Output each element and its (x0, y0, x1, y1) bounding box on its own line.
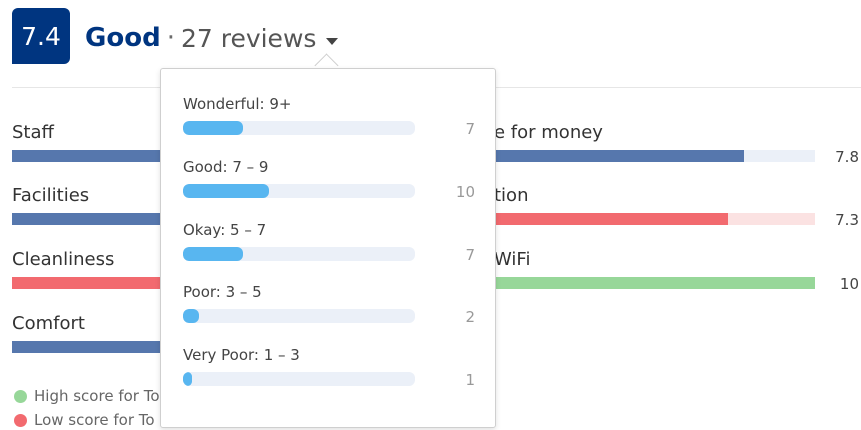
distribution-row-poor[interactable]: Poor: 3 – 5 2 (183, 283, 475, 333)
category-label-facilities: Facilities (12, 185, 90, 206)
distribution-bar (183, 372, 415, 386)
category-bar-fill-comfort (12, 341, 167, 353)
category-bar-location (494, 213, 815, 225)
distribution-row-very-poor[interactable]: Very Poor: 1 – 3 1 (183, 346, 475, 396)
category-bar-fill-cleanliness (12, 277, 167, 289)
category-score-location: 7.3 (835, 211, 859, 229)
distribution-label: Very Poor: 1 – 3 (183, 346, 300, 364)
legend-high-label: High score for To (34, 387, 160, 405)
category-label-comfort: Comfort (12, 313, 85, 334)
distribution-row-wonderful[interactable]: Wonderful: 9+ 7 (183, 95, 475, 145)
category-label-value-for-money: e for money (494, 122, 603, 143)
category-label-free-wifi: WiFi (494, 249, 531, 270)
category-label-location: tion (494, 185, 529, 206)
review-score-distribution-popup: Wonderful: 9+ 7 Good: 7 – 9 10 Okay: 5 –… (160, 68, 496, 428)
distribution-label: Wonderful: 9+ (183, 95, 292, 113)
distribution-label: Good: 7 – 9 (183, 158, 269, 176)
score-badge: 7.4 (12, 8, 70, 64)
distribution-row-good[interactable]: Good: 7 – 9 10 (183, 158, 475, 208)
review-count: 27 reviews (180, 23, 317, 53)
distribution-count: 7 (465, 120, 475, 138)
distribution-bar (183, 309, 415, 323)
category-bar-free-wifi (494, 277, 815, 289)
category-bar-staff (12, 150, 167, 162)
category-bar-fill-staff (12, 150, 167, 162)
distribution-bar-fill (183, 184, 269, 198)
distribution-label: Okay: 5 – 7 (183, 221, 267, 239)
distribution-bar-fill (183, 121, 244, 135)
category-bar-comfort (12, 341, 167, 353)
green-dot-icon (14, 389, 27, 403)
distribution-bar (183, 247, 415, 261)
legend-low-label: Low score for To (34, 411, 155, 429)
distribution-count: 10 (455, 183, 475, 201)
distribution-row-okay[interactable]: Okay: 5 – 7 7 (183, 221, 475, 271)
legend-high-score: High score for To (14, 387, 160, 405)
category-bar-fill-free-wifi (494, 277, 815, 289)
legend-low-score: Low score for To (14, 411, 155, 429)
distribution-bar (183, 121, 415, 135)
category-bar-fill-location (494, 213, 729, 225)
reviews-dropdown-toggle[interactable]: Good · 27 reviews (85, 18, 339, 58)
category-label-cleanliness: Cleanliness (12, 249, 115, 270)
distribution-count: 1 (465, 371, 475, 389)
distribution-bar-fill (183, 372, 193, 386)
category-bar-cleanliness (12, 277, 167, 289)
category-score-value-for-money: 7.8 (835, 148, 859, 166)
category-label-staff: Staff (12, 122, 54, 143)
distribution-count: 2 (465, 308, 475, 326)
distribution-bar (183, 184, 415, 198)
category-bar-facilities (12, 213, 167, 225)
score-value: 7.4 (21, 21, 61, 51)
rating-word: Good (85, 23, 161, 53)
chevron-down-icon[interactable] (326, 37, 339, 45)
review-scores-panel: 7.4 Good · 27 reviews Staff Facilities C… (0, 0, 861, 430)
category-bar-value-for-money (494, 150, 815, 162)
category-bar-fill-facilities (12, 213, 167, 225)
category-score-free-wifi: 10 (839, 275, 859, 293)
distribution-bar-fill (183, 309, 200, 323)
distribution-label: Poor: 3 – 5 (183, 283, 262, 301)
category-bar-fill-value-for-money (494, 150, 745, 162)
header-separator: · (166, 23, 175, 53)
distribution-count: 7 (465, 246, 475, 264)
distribution-bar-fill (183, 247, 244, 261)
red-dot-icon (14, 413, 27, 427)
